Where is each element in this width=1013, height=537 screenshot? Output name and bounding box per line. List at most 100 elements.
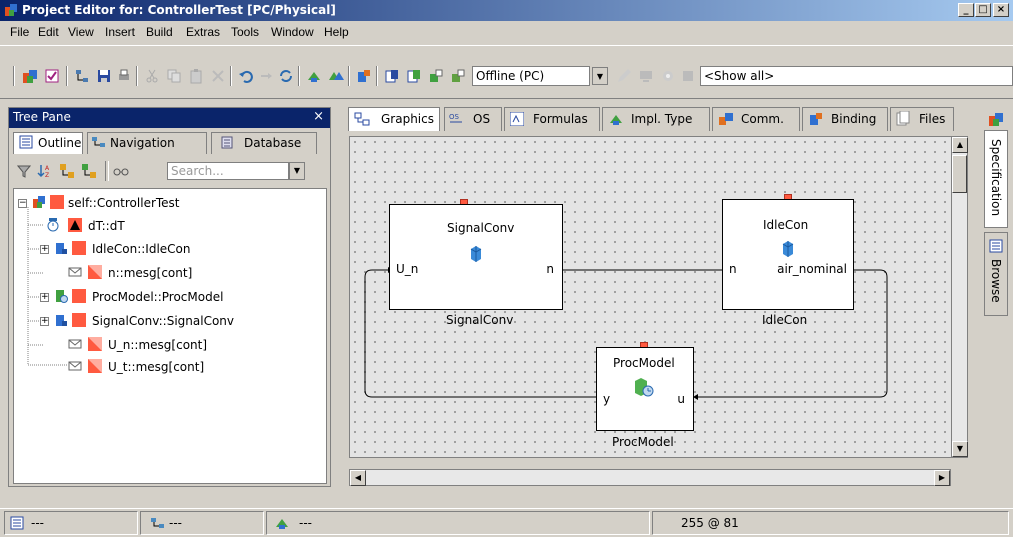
block-title: SignalConv — [447, 221, 515, 235]
scroll-up-arrow[interactable]: ▲ — [952, 137, 968, 153]
hierarchy-icon[interactable] — [74, 68, 90, 84]
menu-file[interactable]: File — [10, 25, 29, 39]
tree-pane-close-icon[interactable]: × — [313, 109, 324, 124]
window-title: Project Editor for: ControllerTest [PC/P… — [22, 3, 336, 17]
menu-help[interactable]: Help — [324, 25, 349, 39]
mode-select[interactable]: Offline (PC) — [472, 66, 590, 86]
tab-files-label: Files — [919, 112, 946, 126]
procmodel-expand-toggle[interactable]: + — [40, 293, 49, 302]
status-cell-text: --- — [299, 516, 312, 530]
envelope-icon — [68, 361, 82, 371]
project-icon — [989, 113, 1003, 126]
scroll-right-arrow[interactable]: ▶ — [934, 470, 950, 486]
settings-icon[interactable] — [660, 68, 676, 84]
idlecon-expand-toggle[interactable]: + — [40, 245, 49, 254]
svg-text:Z: Z — [45, 172, 49, 179]
save-icon[interactable] — [96, 68, 112, 84]
monitor-icon[interactable] — [638, 68, 654, 84]
mode-select-dropdown-arrow[interactable]: ▼ — [592, 67, 608, 85]
download-icon[interactable] — [384, 68, 400, 84]
sort-icon[interactable]: AZ — [37, 163, 53, 179]
diagram-canvas[interactable]: SignalConv U_n n SignalConv IdleCon n ai… — [349, 136, 961, 458]
tab-navigation-label: Navigation — [110, 136, 175, 150]
os-icon: OS — [449, 113, 462, 123]
build-icon[interactable] — [306, 68, 322, 84]
paste-icon[interactable] — [188, 68, 204, 84]
component-icon[interactable] — [356, 68, 372, 84]
menu-build[interactable]: Build — [146, 25, 173, 39]
filter-select[interactable]: <Show all> — [700, 66, 1013, 86]
block-idlecon[interactable]: IdleCon n air_nominal — [722, 199, 854, 310]
scroll-down-arrow[interactable]: ▼ — [952, 441, 968, 457]
checklist-icon[interactable] — [44, 68, 60, 84]
svg-text:A: A — [45, 165, 50, 172]
toolbar-separator — [376, 66, 378, 86]
input-port-label: n — [729, 262, 737, 276]
copy-icon[interactable] — [166, 68, 182, 84]
expand-all-icon[interactable] — [59, 163, 75, 179]
message-red-icon — [88, 265, 102, 279]
mode-select-value: Offline (PC) — [476, 69, 545, 83]
module-red-icon — [72, 241, 86, 255]
print-icon[interactable] — [116, 68, 132, 84]
signalconv-expand-toggle[interactable]: + — [40, 317, 49, 326]
undo-icon[interactable] — [238, 68, 254, 84]
binoculars-icon[interactable] — [113, 164, 129, 178]
vertical-scroll-thumb[interactable] — [952, 155, 967, 193]
toolbar-grip — [13, 66, 15, 86]
filter-funnel-icon[interactable] — [17, 164, 31, 178]
minimize-button[interactable]: _ — [958, 3, 974, 17]
toolbar: Offline (PC) ▼ <Show all> — [0, 45, 1013, 99]
status-cell-outline: --- — [4, 511, 138, 535]
vertical-scrollbar[interactable]: ▲ ▼ — [951, 136, 968, 458]
block-procmodel[interactable]: ProcModel y u — [596, 347, 694, 431]
input-port-label: U_n — [396, 262, 419, 276]
tab-comm-label: Comm. — [741, 112, 784, 126]
delete-icon[interactable] — [210, 68, 226, 84]
collapse-all-icon[interactable] — [81, 163, 97, 179]
class-icon — [56, 315, 67, 326]
project-icon[interactable] — [22, 68, 38, 84]
build-all-icon[interactable] — [328, 68, 344, 84]
menu-edit[interactable]: Edit — [38, 25, 59, 39]
toolbar-separator — [66, 66, 68, 86]
refresh-icon[interactable] — [278, 68, 294, 84]
root-collapse-toggle[interactable]: − — [18, 199, 27, 208]
redo-icon[interactable] — [258, 68, 274, 84]
tab-browse[interactable]: Browse — [984, 232, 1008, 316]
upload-icon[interactable] — [406, 68, 422, 84]
envelope-icon — [68, 267, 82, 277]
horizontal-scrollbar[interactable]: ◀ ▶ — [349, 469, 951, 486]
tree-row-label: dT::dT — [88, 219, 125, 233]
toolbar-separator — [298, 66, 300, 86]
status-coordinates: 255 @ 81 — [652, 511, 1009, 535]
menu-window[interactable]: Window — [271, 25, 314, 39]
tree-search-dropdown-arrow[interactable]: ▼ — [289, 162, 305, 180]
close-button[interactable]: × — [993, 3, 1009, 17]
maximize-button[interactable]: □ — [975, 3, 991, 17]
target-connect-icon[interactable] — [428, 68, 444, 84]
tree-row-label: n::mesg[cont] — [108, 266, 193, 280]
menu-insert[interactable]: Insert — [105, 25, 135, 39]
module-red-icon — [72, 313, 86, 327]
menu-tools[interactable]: Tools — [231, 25, 259, 39]
formula-icon — [510, 112, 524, 126]
menu-extras[interactable]: Extras — [186, 25, 220, 39]
block-signalconv[interactable]: SignalConv U_n n — [389, 204, 563, 310]
menu-view[interactable]: View — [68, 25, 94, 39]
cut-icon[interactable] — [144, 68, 160, 84]
filter-icon[interactable] — [680, 68, 696, 84]
tree-toolbar: AZ Search... ▼ — [13, 158, 327, 182]
tree-row-label: U_t::mesg[cont] — [108, 360, 205, 374]
pencil-icon[interactable] — [616, 68, 632, 84]
impl-type-icon — [276, 519, 288, 529]
scroll-left-arrow[interactable]: ◀ — [350, 470, 366, 486]
navigation-icon — [151, 518, 164, 528]
svg-text:OS: OS — [449, 113, 460, 121]
app-icon — [5, 4, 17, 16]
tree-search-input[interactable]: Search... — [167, 162, 289, 180]
project-node-icon — [33, 196, 45, 208]
message-red-icon — [88, 337, 102, 351]
tab-specification[interactable]: Specification — [984, 130, 1008, 228]
target-disconnect-icon[interactable] — [450, 68, 466, 84]
